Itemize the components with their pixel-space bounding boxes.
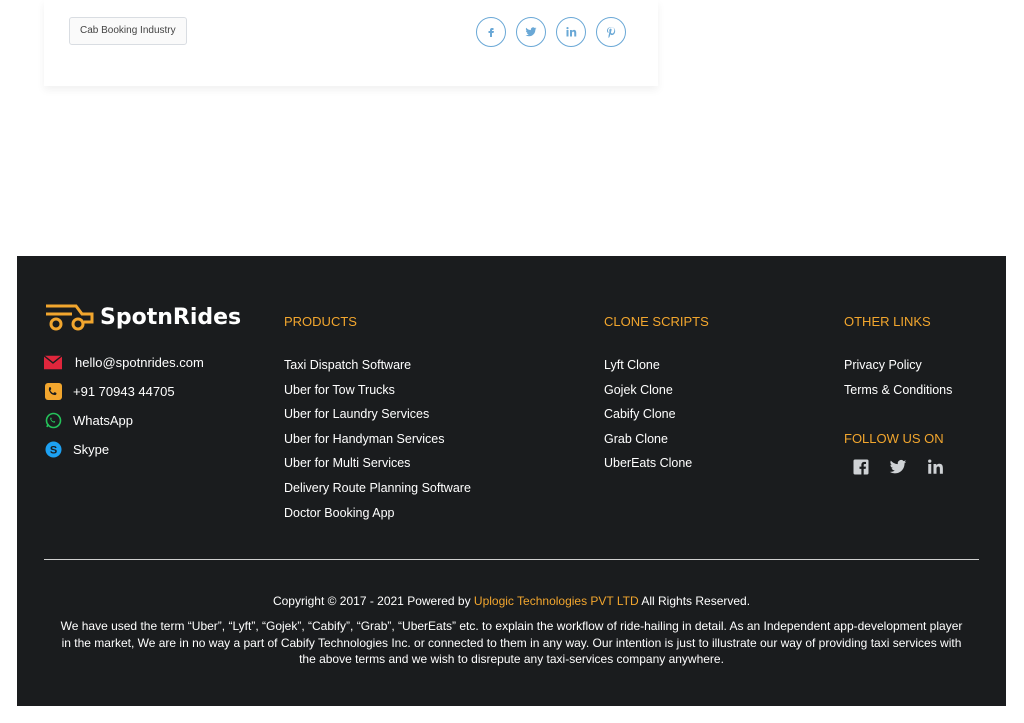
linkedin-icon bbox=[566, 27, 577, 37]
clone-script-link[interactable]: Cabify Clone bbox=[604, 407, 692, 432]
footer-divider bbox=[44, 559, 979, 560]
contact-whatsapp-label: WhatsApp bbox=[73, 412, 133, 428]
privacy-policy-link[interactable]: Privacy Policy bbox=[844, 358, 952, 383]
products-list: Taxi Dispatch Software Uber for Tow Truc… bbox=[284, 358, 471, 530]
products-heading: PRODUCTS bbox=[284, 314, 357, 329]
clone-scripts-list: Lyft Clone Gojek Clone Cabify Clone Grab… bbox=[604, 358, 692, 481]
whatsapp-icon bbox=[44, 412, 62, 428]
share-twitter-button[interactable] bbox=[516, 17, 546, 47]
contact-skype-label: Skype bbox=[73, 441, 110, 457]
clone-script-link[interactable]: Lyft Clone bbox=[604, 358, 692, 383]
follow-icons bbox=[852, 458, 963, 476]
follow-us-heading: FOLLOW US ON bbox=[844, 431, 944, 446]
follow-linkedin-link[interactable] bbox=[926, 458, 944, 476]
share-linkedin-button[interactable] bbox=[556, 17, 586, 47]
product-link[interactable]: Uber for Multi Services bbox=[284, 456, 471, 481]
clone-script-link[interactable]: UberEats Clone bbox=[604, 456, 692, 481]
phone-icon bbox=[44, 382, 62, 400]
cab-logo-icon bbox=[46, 304, 94, 331]
clone-script-link[interactable]: Grab Clone bbox=[604, 432, 692, 457]
brand-logo[interactable]: SpotnRides bbox=[44, 302, 241, 332]
follow-twitter-link[interactable] bbox=[889, 458, 907, 476]
pinterest-icon bbox=[607, 27, 616, 38]
product-link[interactable]: Delivery Route Planning Software bbox=[284, 481, 471, 506]
brand-name: SpotnRides bbox=[100, 304, 242, 330]
site-footer: SpotnRides hello@spotnrides.com +91 7094… bbox=[17, 256, 1006, 706]
product-link[interactable]: Doctor Booking App bbox=[284, 506, 471, 531]
clone-script-link[interactable]: Gojek Clone bbox=[604, 383, 692, 408]
contact-phone[interactable]: +91 70943 44705 bbox=[44, 382, 175, 400]
contact-whatsapp[interactable]: WhatsApp bbox=[44, 412, 133, 428]
share-pinterest-button[interactable] bbox=[596, 17, 626, 47]
disclaimer-text: We have used the term “Uber”, “Lyft”, “G… bbox=[60, 619, 963, 666]
contact-phone-label: +91 70943 44705 bbox=[73, 383, 175, 399]
svg-text:S: S bbox=[49, 444, 56, 456]
share-facebook-button[interactable] bbox=[476, 17, 506, 47]
other-links-heading: OTHER LINKS bbox=[844, 314, 931, 329]
follow-facebook-link[interactable] bbox=[852, 458, 870, 476]
product-link[interactable]: Uber for Laundry Services bbox=[284, 407, 471, 432]
twitter-icon bbox=[889, 459, 907, 474]
contact-email[interactable]: hello@spotnrides.com bbox=[44, 354, 204, 370]
facebook-icon bbox=[488, 28, 494, 37]
contact-skype[interactable]: S Skype bbox=[44, 441, 109, 457]
product-link[interactable]: Uber for Handyman Services bbox=[284, 432, 471, 457]
linkedin-icon bbox=[928, 459, 943, 474]
facebook-square-icon bbox=[853, 459, 869, 475]
copyright: Copyright © 2017 - 2021 Powered by Uplog… bbox=[17, 594, 1006, 608]
mail-icon bbox=[44, 354, 62, 370]
copyright-suffix: All Rights Reserved. bbox=[641, 594, 751, 608]
product-link[interactable]: Uber for Tow Trucks bbox=[284, 383, 471, 408]
product-link[interactable]: Taxi Dispatch Software bbox=[284, 358, 471, 383]
other-links-list: Privacy Policy Terms & Conditions bbox=[844, 358, 952, 407]
copyright-prefix: Copyright © 2017 - 2021 Powered by bbox=[272, 594, 471, 608]
twitter-icon bbox=[525, 27, 537, 37]
company-link[interactable]: Uplogic Technologies PVT LTD bbox=[474, 594, 639, 608]
contact-email-label: hello@spotnrides.com bbox=[75, 354, 204, 370]
skype-icon: S bbox=[44, 441, 62, 457]
post-tag[interactable]: Cab Booking Industry bbox=[69, 17, 187, 45]
clone-scripts-heading: CLONE SCRIPTS bbox=[604, 314, 709, 329]
terms-link[interactable]: Terms & Conditions bbox=[844, 383, 952, 408]
